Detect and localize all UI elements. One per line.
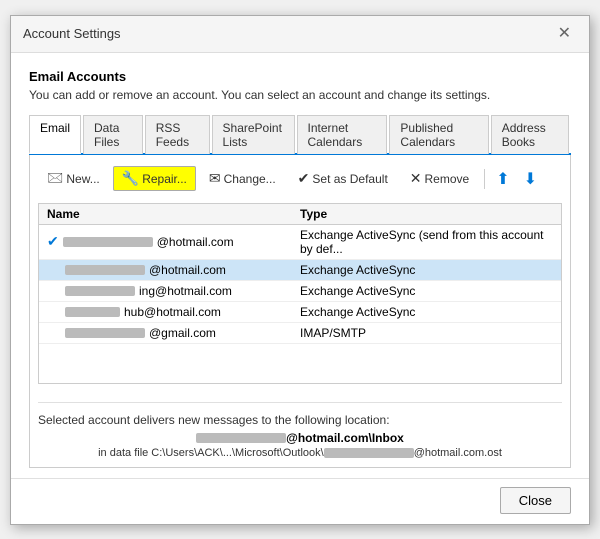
change-button[interactable]: ✉ Change... [200, 166, 285, 191]
new-label: New... [66, 172, 99, 186]
tab-email[interactable]: Email [29, 115, 81, 154]
account-type-cell: IMAP/SMTP [300, 326, 553, 340]
close-button[interactable]: Close [500, 487, 571, 514]
remove-label: Remove [425, 172, 470, 186]
account-name-redacted [65, 265, 145, 275]
dialog-title: Account Settings [23, 26, 121, 41]
section-description: You can add or remove an account. You ca… [29, 88, 571, 102]
path-redacted [324, 448, 414, 458]
account-email-suffix: hub@hotmail.com [124, 305, 221, 319]
account-name-redacted [65, 286, 135, 296]
account-name-cell: @gmail.com [47, 326, 300, 340]
repair-button[interactable]: 🔧 Repair... [113, 166, 196, 191]
table-row[interactable]: ✔ @hotmail.com Exchange ActiveSync (send… [39, 225, 561, 260]
dialog-close-button[interactable]: ✕ [552, 24, 577, 44]
change-label: Change... [224, 172, 276, 186]
remove-icon: ✕ [410, 170, 422, 187]
account-type-cell: Exchange ActiveSync [300, 305, 553, 319]
accounts-toolbar: 🖂 New... 🔧 Repair... ✉ Change... ✔ Set a… [38, 163, 562, 195]
default-check-icon: ✔ [47, 233, 59, 250]
account-type-cell: Exchange ActiveSync [300, 263, 553, 277]
col-type-header: Type [300, 207, 553, 221]
tab-published-calendars[interactable]: Published Calendars [389, 115, 488, 154]
new-account-button[interactable]: 🖂 New... [38, 163, 109, 195]
new-icon: 🖂 [47, 167, 63, 191]
account-email-suffix: ing@hotmail.com [139, 284, 232, 298]
account-settings-dialog: Account Settings ✕ Email Accounts You ca… [10, 15, 590, 525]
account-email-suffix: @hotmail.com [157, 235, 234, 249]
selected-account-label: Selected account delivers new messages t… [38, 413, 562, 427]
path-suffix: @hotmail.com.ost [414, 447, 502, 459]
accounts-table: Name Type ✔ @hotmail.com Exchange Active… [38, 203, 562, 384]
dialog-footer: Close [11, 478, 589, 524]
tab-address-books[interactable]: Address Books [491, 115, 569, 154]
tab-rss-feeds[interactable]: RSS Feeds [145, 115, 210, 154]
account-name-cell: hub@hotmail.com [47, 305, 300, 319]
account-type-cell: Exchange ActiveSync [300, 284, 553, 298]
selected-account-section: Selected account delivers new messages t… [38, 402, 562, 459]
account-email-suffix: @gmail.com [149, 326, 216, 340]
set-default-button[interactable]: ✔ Set as Default [289, 166, 397, 191]
toolbar-separator [484, 169, 485, 189]
table-row[interactable]: @hotmail.com Exchange ActiveSync [39, 260, 561, 281]
tab-content-email: 🖂 New... 🔧 Repair... ✉ Change... ✔ Set a… [29, 155, 571, 468]
selected-account-email: @hotmail.com\Inbox [38, 431, 562, 445]
repair-icon: 🔧 [122, 170, 139, 187]
title-bar: Account Settings ✕ [11, 16, 589, 53]
tab-internet-calendars[interactable]: Internet Calendars [297, 115, 388, 154]
tab-data-files[interactable]: Data Files [83, 115, 143, 154]
repair-label: Repair... [142, 172, 187, 186]
dialog-body: Email Accounts You can add or remove an … [11, 53, 589, 478]
table-row[interactable]: @gmail.com IMAP/SMTP [39, 323, 561, 344]
table-row[interactable]: hub@hotmail.com Exchange ActiveSync [39, 302, 561, 323]
col-name-header: Name [47, 207, 300, 221]
move-down-button[interactable]: ⬇ [519, 166, 542, 192]
path-prefix: in data file C:\Users\ACK\...\Microsoft\… [98, 447, 324, 459]
set-default-icon: ✔ [298, 170, 310, 187]
selected-account-path: in data file C:\Users\ACK\...\Microsoft\… [38, 447, 562, 459]
tab-sharepoint-lists[interactable]: SharePoint Lists [212, 115, 295, 154]
account-name-redacted [65, 328, 145, 338]
account-name-cell: @hotmail.com [47, 263, 300, 277]
table-row[interactable]: ing@hotmail.com Exchange ActiveSync [39, 281, 561, 302]
account-name-cell: ing@hotmail.com [47, 284, 300, 298]
account-type-cell: Exchange ActiveSync (send from this acco… [300, 228, 553, 256]
account-name-cell: ✔ @hotmail.com [47, 233, 300, 250]
remove-button[interactable]: ✕ Remove [401, 166, 478, 191]
set-default-label: Set as Default [312, 172, 387, 186]
account-email-suffix: @hotmail.com [149, 263, 226, 277]
selected-email-suffix: @hotmail.com\Inbox [286, 431, 404, 445]
section-title: Email Accounts [29, 69, 571, 84]
account-name-redacted [63, 237, 153, 247]
tabs-bar: Email Data Files RSS Feeds SharePoint Li… [29, 114, 571, 155]
table-header: Name Type [39, 204, 561, 225]
change-icon: ✉ [209, 170, 221, 187]
selected-email-redacted [196, 433, 286, 443]
account-name-redacted [65, 307, 120, 317]
move-up-button[interactable]: ⬆ [491, 166, 514, 192]
